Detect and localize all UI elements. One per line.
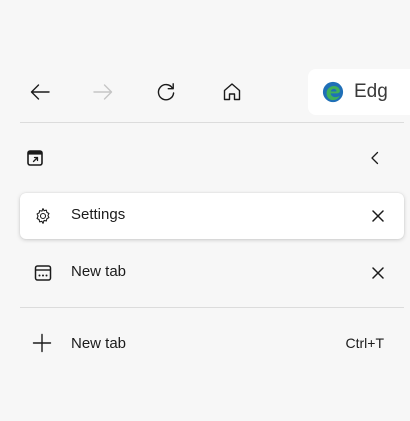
refresh-icon	[157, 83, 175, 101]
address-text: Edg	[354, 81, 388, 102]
address-bar[interactable]: Edg	[308, 69, 410, 115]
tab-label: New tab	[71, 263, 127, 280]
settings-gear-icon	[34, 207, 52, 230]
close-icon	[372, 210, 384, 222]
tab-list-divider	[20, 307, 404, 308]
vertical-tabs-header	[0, 142, 410, 178]
edge-logo-icon	[322, 81, 344, 103]
chevron-left-icon[interactable]	[365, 148, 385, 173]
arrow-left-icon	[30, 84, 50, 100]
tab-label: Settings	[71, 206, 126, 223]
tab-actions-icon[interactable]	[26, 149, 44, 172]
plus-icon	[32, 333, 52, 358]
toolbar-divider	[20, 122, 404, 123]
refresh-button[interactable]	[146, 72, 186, 112]
keyboard-shortcut: Ctrl+T	[345, 335, 385, 351]
close-tab-button[interactable]	[368, 263, 388, 283]
new-tab-button[interactable]: New tab Ctrl+T	[20, 320, 404, 366]
close-tab-button[interactable]	[368, 206, 388, 226]
home-icon	[223, 83, 241, 101]
home-button[interactable]	[212, 72, 252, 112]
forward-button[interactable]	[83, 72, 123, 112]
new-tab-label: New tab	[71, 335, 127, 352]
browser-toolbar: Edg	[0, 62, 410, 122]
new-tab-page-icon	[34, 264, 52, 287]
close-icon	[372, 267, 384, 279]
back-button[interactable]	[20, 72, 60, 112]
tab-settings[interactable]: Settings	[20, 193, 404, 239]
tab-new-tab[interactable]: New tab	[20, 250, 404, 296]
arrow-right-icon	[93, 84, 113, 100]
